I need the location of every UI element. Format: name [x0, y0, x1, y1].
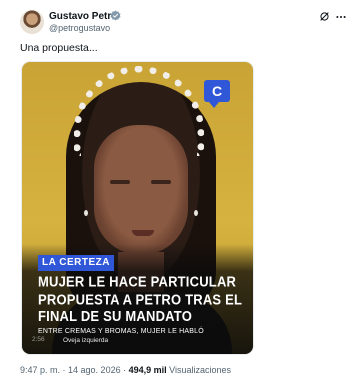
- video-frame-mouth: [132, 230, 154, 236]
- video-frame-eye: [110, 180, 130, 184]
- tweet-date[interactable]: 14 ago. 2026: [68, 365, 121, 375]
- views-label: Visualizaciones: [166, 365, 231, 375]
- tweet-header: Gustavo Petro @petrogustavo: [0, 0, 350, 36]
- tweet-meta: 9:47 p. m. · 14 ago. 2026 · 494,9 mil Vi…: [20, 365, 231, 375]
- video-headline: MUJER LE HACE PARTICULAR PROPUESTA A PET…: [38, 273, 242, 325]
- verified-badge-icon: [110, 10, 121, 21]
- video-timestamp: 2:56: [32, 336, 45, 343]
- views-count[interactable]: 494,9 mil: [129, 365, 167, 375]
- video-frame-earring: [84, 210, 88, 216]
- tweet-time[interactable]: 9:47 p. m.: [20, 365, 60, 375]
- author-avatar[interactable]: [20, 10, 44, 34]
- grok-icon[interactable]: [319, 11, 330, 22]
- author-name[interactable]: Gustavo Petro: [49, 11, 117, 22]
- brand-tag: LA CERTEZA: [38, 255, 114, 271]
- tweet-text: Una propuesta...: [20, 42, 98, 54]
- video-frame-earring: [194, 210, 198, 216]
- video-frame-eye: [151, 180, 171, 184]
- more-options-icon[interactable]: [335, 11, 347, 23]
- video-player[interactable]: C LA CERTEZA MUJER LE HACE PARTICULAR PR…: [21, 61, 254, 355]
- channel-logo-badge: C: [204, 80, 230, 108]
- meta-separator: ·: [120, 365, 129, 375]
- meta-separator: ·: [60, 365, 69, 375]
- video-credit: Oveja izquierda: [63, 337, 109, 344]
- author-handle[interactable]: @petrogustavo: [49, 23, 110, 33]
- video-subline: ENTRE CREMAS Y BROMAS, MUJER LE HABLÓ: [38, 328, 204, 335]
